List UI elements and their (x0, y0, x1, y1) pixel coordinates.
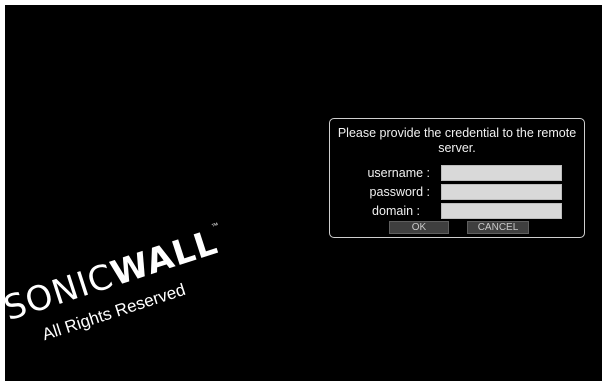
password-label: password : (369, 185, 430, 199)
remote-desktop-screen: Please provide the credential to the rem… (5, 5, 602, 381)
username-label: username : (367, 166, 430, 180)
trademark-symbol: ™ (210, 222, 220, 231)
domain-input[interactable] (441, 203, 562, 219)
credential-dialog: Please provide the credential to the rem… (329, 118, 585, 238)
sonicwall-logo: SONICWALL™ All Rights Reserved (5, 220, 237, 354)
domain-label: domain : (372, 204, 420, 218)
ok-button[interactable]: OK (389, 221, 449, 234)
password-input[interactable] (441, 184, 562, 200)
username-input[interactable] (441, 165, 562, 181)
cancel-button[interactable]: CANCEL (467, 221, 529, 234)
dialog-message: Please provide the credential to the rem… (337, 126, 577, 155)
